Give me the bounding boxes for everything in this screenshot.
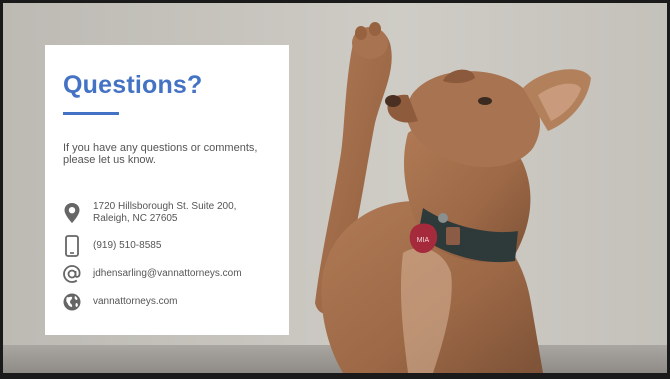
contact-phone-row: (919) 510-8585 — [61, 235, 161, 257]
card-title: Questions? — [63, 71, 203, 99]
card-intro-text: If you have any questions or comments, p… — [63, 142, 258, 166]
location-pin-icon — [61, 202, 83, 224]
at-sign-icon — [61, 263, 83, 285]
contact-address: 1720 Hillsborough St. Suite 200, Raleigh… — [93, 201, 236, 225]
slide: MIA Questions? If you have any questions… — [3, 3, 667, 373]
globe-icon — [61, 291, 83, 313]
contact-website-row: vannattorneys.com — [61, 291, 178, 313]
contact-email-row: jdhensarling@vannattorneys.com — [61, 263, 242, 285]
contact-phone[interactable]: (919) 510-8585 — [93, 240, 161, 252]
contact-address-row: 1720 Hillsborough St. Suite 200, Raleigh… — [61, 201, 236, 225]
address-line-1: 1720 Hillsborough St. Suite 200, — [93, 201, 237, 212]
phone-icon — [61, 235, 83, 257]
contact-card: Questions? If you have any questions or … — [45, 45, 289, 335]
contact-email[interactable]: jdhensarling@vannattorneys.com — [93, 268, 242, 280]
address-line-2: Raleigh, NC 27605 — [93, 213, 178, 224]
title-underline — [63, 112, 119, 115]
dog-tag-text: MIA — [417, 237, 430, 244]
contact-website[interactable]: vannattorneys.com — [93, 296, 178, 308]
